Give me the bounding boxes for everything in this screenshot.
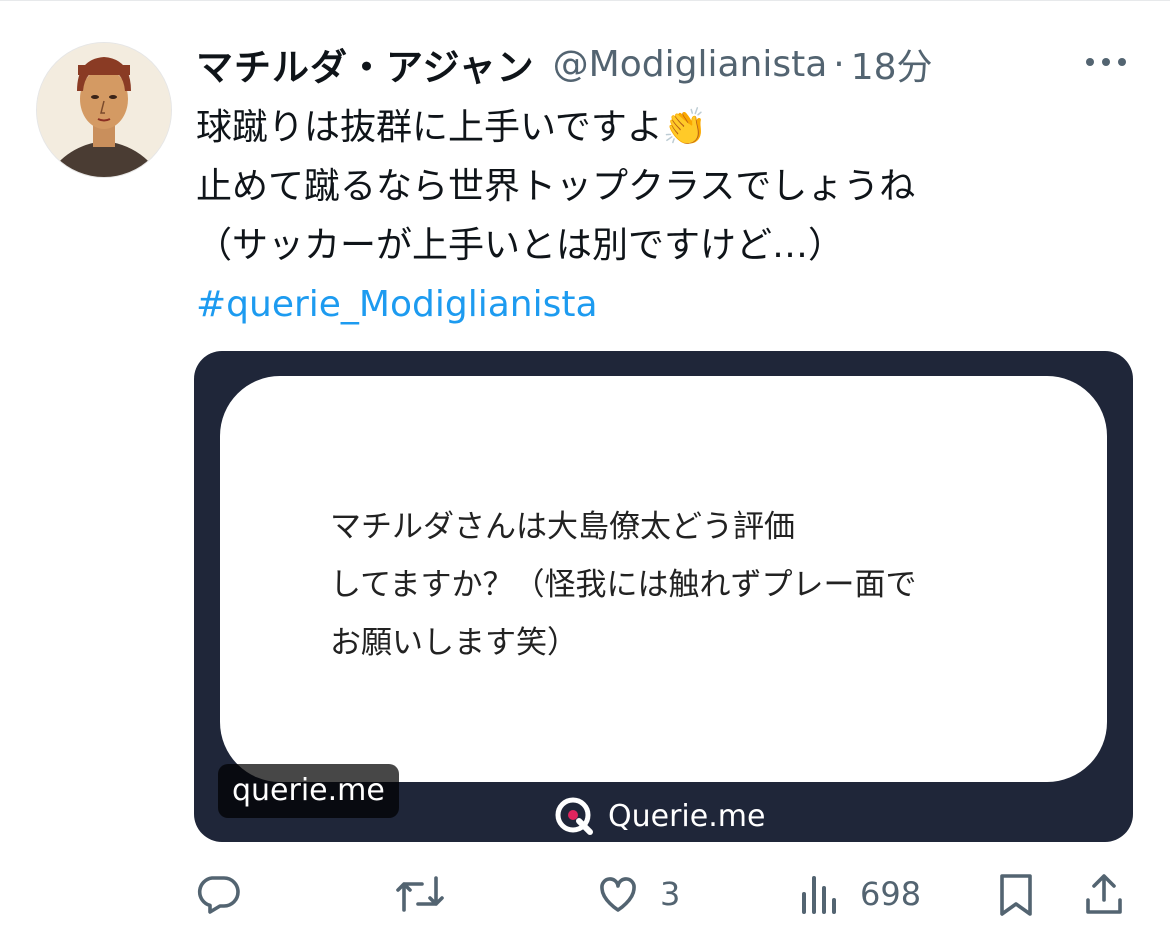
hashtag-link[interactable]: #querie_Modiglianista xyxy=(196,275,1096,334)
retweet-button[interactable] xyxy=(394,862,446,926)
views-icon xyxy=(802,876,836,914)
reply-button[interactable] xyxy=(194,862,242,926)
views-button[interactable]: 698 xyxy=(794,862,921,926)
more-icon[interactable] xyxy=(1082,48,1130,76)
post-header: マチルダ・アジャン @Modiglianista · 18分 xyxy=(196,38,933,90)
question-panel: マチルダさんは大島僚太どう評価 してますか？（怪我には触れずプレー面で お願いし… xyxy=(220,376,1107,782)
bookmark-button[interactable] xyxy=(994,862,1038,926)
share-button[interactable] xyxy=(1082,862,1126,926)
like-icon xyxy=(600,877,636,912)
retweet-icon xyxy=(396,876,444,912)
post-time[interactable]: 18分 xyxy=(851,38,933,90)
top-divider xyxy=(0,0,1170,1)
separator-dot: · xyxy=(833,43,845,85)
action-bar: 3 698 xyxy=(0,862,1170,926)
post-text-line: 球蹴りは抜群に上手いですよ👏 xyxy=(196,107,708,148)
question-text: マチルダさんは大島僚太どう評価 してますか？（怪我には触れずプレー面で お願いし… xyxy=(330,498,1070,672)
card-brand-label: Querie.me xyxy=(608,798,766,834)
post-text: 球蹴りは抜群に上手いですよ👏 止めて蹴るなら世界トップクラスでしょうね （サッカ… xyxy=(196,98,1096,334)
share-icon xyxy=(1086,874,1122,914)
question-line: マチルダさんは大島僚太どう評価 xyxy=(330,509,795,545)
post-text-line: 止めて蹴るなら世界トップクラスでしょうね xyxy=(196,166,916,207)
avatar[interactable] xyxy=(36,42,172,178)
question-line: してますか？（怪我には触れずプレー面で xyxy=(330,567,917,603)
view-count: 698 xyxy=(860,875,922,913)
bookmark-icon xyxy=(1000,874,1032,916)
link-card[interactable]: マチルダさんは大島僚太どう評価 してますか？（怪我には触れずプレー面で お願いし… xyxy=(194,351,1133,842)
card-brand: Querie.me xyxy=(554,795,765,837)
question-line: お願いします笑） xyxy=(330,625,578,661)
user-handle[interactable]: @Modiglianista xyxy=(553,44,828,85)
avatar-portrait-image xyxy=(37,43,171,177)
like-button[interactable]: 3 xyxy=(594,862,680,926)
display-name[interactable]: マチルダ・アジャン xyxy=(196,37,535,91)
post-text-line: （サッカーが上手いとは別ですけど…） xyxy=(196,225,845,266)
like-count: 3 xyxy=(660,875,681,913)
reply-icon xyxy=(197,876,240,914)
card-domain-badge: querie.me xyxy=(218,764,399,818)
querie-logo-icon xyxy=(555,797,593,835)
